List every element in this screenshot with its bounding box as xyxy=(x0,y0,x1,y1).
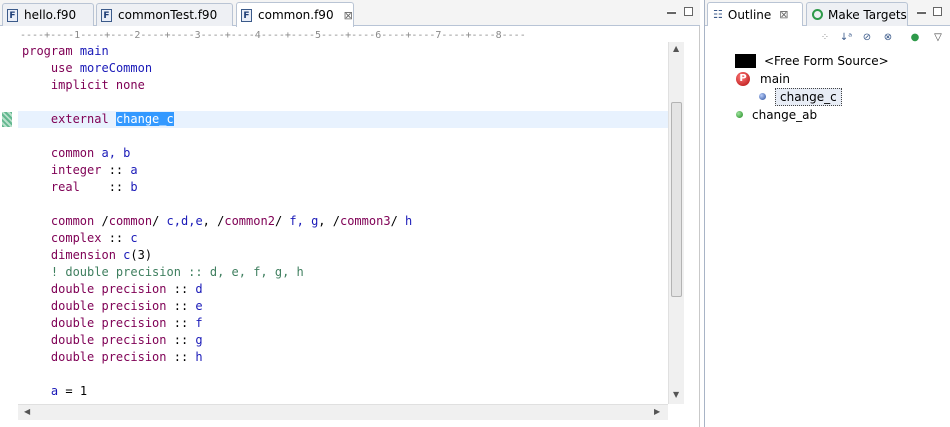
collapse-all-icon[interactable]: ⁘ xyxy=(818,31,832,45)
outline-pane: ☷ Outline ⊠ Make Targets ⁘ ↓ᵃ ⊘ ⊗ ● ▽ <F… xyxy=(704,0,950,427)
code-line: program main xyxy=(22,44,109,58)
occurrence-marker xyxy=(2,112,12,127)
code-line: a = 1 xyxy=(50,384,88,398)
horizontal-scrollbar[interactable]: ◀ ▶ xyxy=(18,404,668,420)
code-line: ! double precision :: d, e, f, g, h xyxy=(50,265,304,279)
code-line: double precision :: e xyxy=(50,299,203,313)
source-icon xyxy=(735,53,756,68)
tab-label: Outline xyxy=(727,7,772,22)
minimize-button[interactable] xyxy=(667,11,676,14)
code-line: double precision :: d xyxy=(50,282,203,296)
scroll-down-icon[interactable]: ▼ xyxy=(673,390,679,399)
hide-fields-icon[interactable]: ⊘ xyxy=(860,31,874,45)
outline-tab-bar: ☷ Outline ⊠ Make Targets xyxy=(705,0,950,26)
code-line: double precision :: f xyxy=(50,316,203,330)
code-line: integer :: a xyxy=(50,163,138,177)
scroll-left-icon[interactable]: ◀ xyxy=(24,407,30,416)
code-editor[interactable]: program main use moreCommon implicit non… xyxy=(18,42,668,404)
hide-static-icon[interactable]: ⊗ xyxy=(881,31,895,45)
fortran-file-icon: F xyxy=(7,8,18,22)
tree-label: <Free Form Source> xyxy=(764,53,889,68)
tab-make-targets[interactable]: Make Targets xyxy=(806,2,908,26)
external-subroutine-icon xyxy=(759,93,766,100)
scroll-up-icon[interactable]: ▲ xyxy=(673,44,679,53)
tab-label: commonTest.f90 xyxy=(118,8,218,22)
code-line: double precision :: g xyxy=(50,333,203,347)
editor-tab-bar: F hello.f90 F commonTest.f90 F common.f9… xyxy=(0,0,700,27)
scroll-thumb[interactable] xyxy=(671,102,682,297)
view-menu-icon[interactable]: ▽ xyxy=(931,31,945,45)
tab-label: hello.f90 xyxy=(24,8,77,22)
code-line: external change_c xyxy=(50,112,174,126)
hide-nonpublic-icon[interactable]: ● xyxy=(908,31,922,45)
make-targets-icon xyxy=(812,9,823,20)
outline-toolbar: ⁘ ↓ᵃ ⊘ ⊗ ● ▽ xyxy=(705,28,950,48)
maximize-button[interactable] xyxy=(933,7,942,16)
code-line: use moreCommon xyxy=(50,61,153,75)
tab-outline[interactable]: ☷ Outline ⊠ xyxy=(707,2,803,26)
code-line: dimension c(3) xyxy=(50,248,153,262)
tab-commontest-f90[interactable]: F commonTest.f90 xyxy=(96,3,233,26)
column-ruler: ----+----1----+----2----+----3----+----4… xyxy=(20,30,526,41)
tab-label: Make Targets xyxy=(828,7,907,22)
code-line: implicit none xyxy=(50,78,145,92)
fortran-file-icon: F xyxy=(241,8,252,22)
close-icon[interactable]: ⊠ xyxy=(344,9,353,22)
editor-pane: F hello.f90 F commonTest.f90 F common.f9… xyxy=(0,0,700,427)
tab-common-f90[interactable]: F common.f90 ⊠ xyxy=(236,2,354,27)
outline-icon: ☷ xyxy=(713,8,723,21)
vertical-scrollbar[interactable]: ▲ ▼ xyxy=(668,42,684,404)
code-line: double precision :: h xyxy=(50,350,203,364)
code-line: common a, b xyxy=(50,146,131,160)
outline-item-change-ab[interactable]: change_ab xyxy=(736,106,817,123)
program-icon: P xyxy=(736,71,750,86)
tree-label: main xyxy=(760,71,790,86)
tab-hello-f90[interactable]: F hello.f90 xyxy=(2,3,94,26)
subroutine-icon xyxy=(736,111,743,118)
sort-az-icon[interactable]: ↓ᵃ xyxy=(839,31,853,45)
scroll-right-icon[interactable]: ▶ xyxy=(654,407,660,416)
code-line: complex :: c xyxy=(50,231,138,245)
code-line: common /common/ c,d,e, /common2/ f, g, /… xyxy=(50,214,413,228)
tree-label: change_ab xyxy=(752,107,818,122)
code-line: real :: b xyxy=(50,180,138,194)
close-icon[interactable]: ⊠ xyxy=(779,8,788,21)
outline-item-main[interactable]: P main xyxy=(736,70,790,87)
minimize-button[interactable] xyxy=(917,11,926,14)
outline-item-change-c[interactable]: change_c xyxy=(759,87,842,106)
maximize-button[interactable] xyxy=(684,7,693,16)
fortran-file-icon: F xyxy=(101,8,112,22)
selected-text: change_c xyxy=(115,112,174,126)
editor-gutter xyxy=(0,40,18,405)
tree-label: change_c xyxy=(775,87,842,106)
outline-item-source[interactable]: <Free Form Source> xyxy=(735,52,889,69)
tab-label: common.f90 xyxy=(258,8,334,22)
